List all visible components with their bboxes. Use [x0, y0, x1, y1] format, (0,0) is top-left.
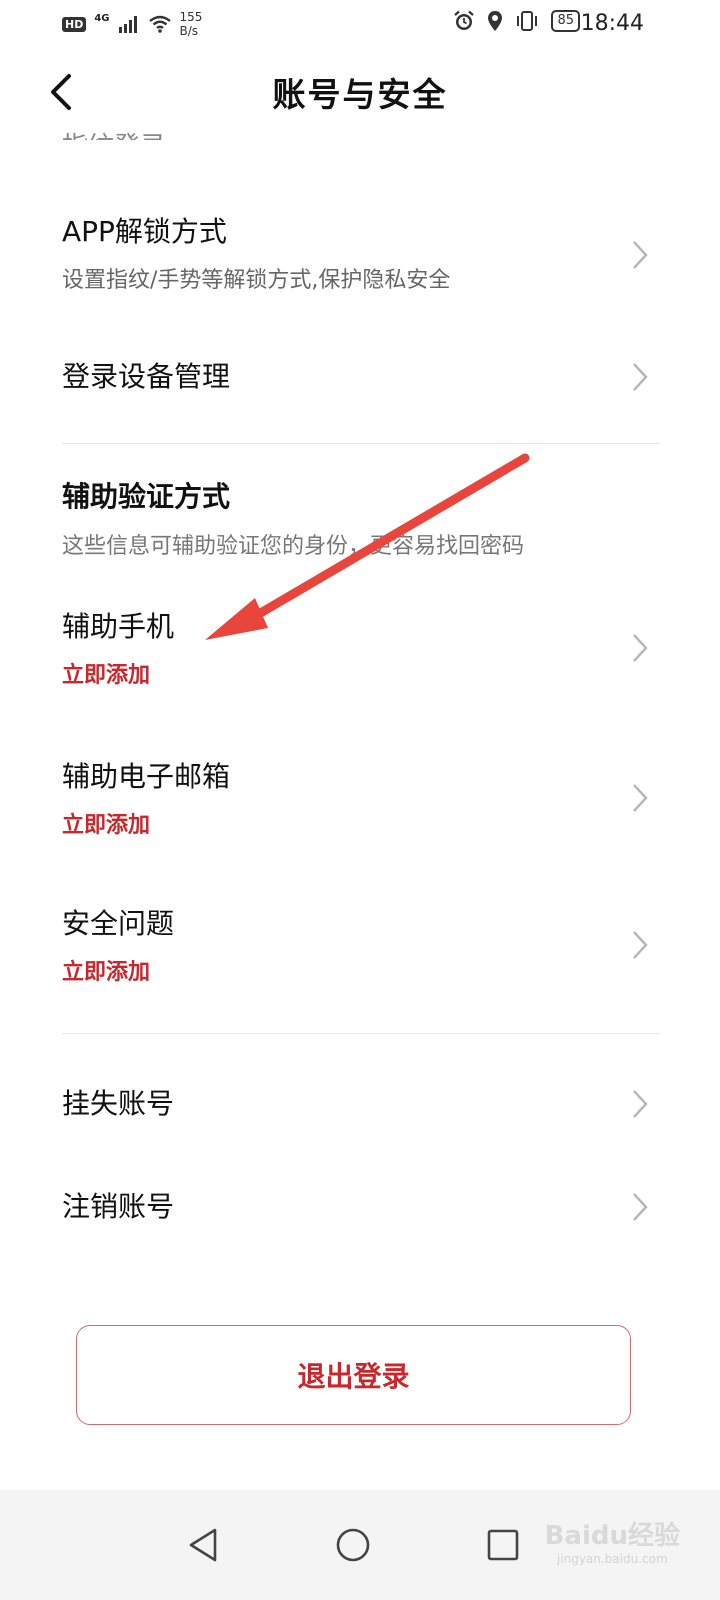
chevron-right-icon: [633, 634, 648, 662]
status-bar: HD 4G 155 B/s 85 18:44: [0, 0, 720, 48]
speed-value: 155: [179, 10, 203, 24]
row-security-question[interactable]: 安全问题 立即添加: [62, 902, 662, 988]
nav-recents-button[interactable]: [478, 1520, 528, 1570]
alarm-icon: [454, 10, 475, 30]
row-title: 注销账号: [62, 1190, 175, 1223]
status-right: 85: [453, 10, 580, 32]
hd-badge: HD: [62, 16, 87, 32]
location-icon: [488, 11, 503, 31]
divider: [62, 1033, 660, 1034]
page-title: 账号与安全: [272, 75, 448, 114]
add-now-link[interactable]: 立即添加: [62, 657, 662, 689]
section-description: 这些信息可辅助验证您的身份，更容易找回密码: [62, 534, 525, 559]
add-now-link[interactable]: 立即添加: [62, 807, 662, 839]
nav-recents-icon: [487, 1529, 519, 1561]
chevron-right-icon: [633, 931, 648, 959]
nav-home-button[interactable]: [328, 1520, 378, 1570]
row-aux-email[interactable]: 辅助电子邮箱 立即添加: [62, 755, 662, 841]
row-title: 登录设备管理: [62, 360, 231, 393]
status-time: 18:44: [580, 11, 644, 36]
chevron-right-icon: [633, 363, 648, 391]
status-left: HD 4G 155 B/s: [62, 10, 202, 38]
chevron-right-icon: [633, 1193, 648, 1221]
network-speed: 155 B/s: [180, 10, 203, 38]
row-subtitle: 设置指纹/手势等解锁方式,保护隐私安全: [62, 268, 451, 293]
signal-icon: [118, 16, 137, 33]
network-type: 4G: [94, 12, 110, 24]
battery-indicator: 85: [551, 10, 580, 32]
watermark-brand: Baidu经验: [544, 1521, 680, 1551]
row-title: 辅助手机: [62, 610, 175, 643]
watermark-url: jingyan.baidu.com: [556, 1552, 668, 1566]
row-title: APP解锁方式: [62, 215, 227, 248]
clipped-row-label: 指纹登录: [62, 132, 166, 140]
row-title: 挂失账号: [62, 1087, 175, 1120]
section-title-aux: 辅助验证方式: [62, 480, 231, 513]
logout-button[interactable]: 退出登录: [76, 1325, 631, 1425]
row-app-unlock[interactable]: APP解锁方式 设置指纹/手势等解锁方式,保护隐私安全: [62, 210, 662, 300]
wifi-icon: [148, 15, 171, 33]
row-report-lost[interactable]: 挂失账号: [62, 1082, 662, 1126]
row-title: 辅助电子邮箱: [62, 760, 231, 793]
nav-back-icon: [189, 1528, 217, 1562]
row-device-management[interactable]: 登录设备管理: [62, 355, 662, 399]
chevron-right-icon: [633, 1090, 648, 1118]
nav-home-icon: [336, 1528, 370, 1562]
add-now-link[interactable]: 立即添加: [62, 954, 662, 986]
nav-back-button[interactable]: [178, 1520, 228, 1570]
divider: [62, 443, 660, 444]
row-aux-phone[interactable]: 辅助手机 立即添加: [62, 605, 662, 691]
watermark: Baidu经验 jingyan.baidu.com: [545, 1515, 680, 1566]
vibrate-icon: [517, 11, 538, 31]
row-cancel-account[interactable]: 注销账号: [62, 1185, 662, 1229]
chevron-right-icon: [633, 241, 648, 269]
chevron-right-icon: [633, 784, 648, 812]
clipped-row: 指纹登录: [62, 110, 166, 140]
row-title: 安全问题: [62, 907, 175, 940]
speed-unit: B/s: [179, 24, 199, 38]
